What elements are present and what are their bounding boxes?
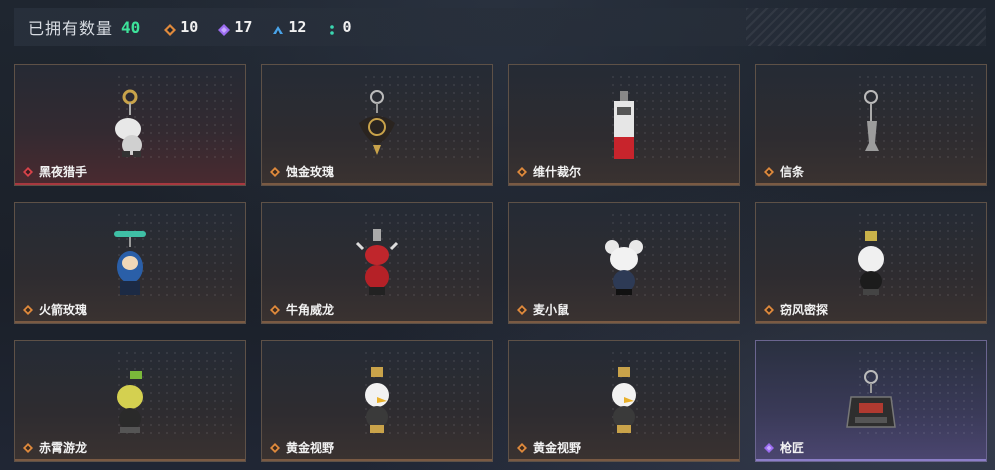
owned-count: 40 [121, 17, 141, 37]
orange-diamond-icon [23, 442, 33, 453]
charm-spy-figure-icon [841, 225, 901, 305]
stat-orange: 10 [164, 18, 198, 36]
stat-blue: 12 [272, 18, 306, 36]
charm-name-row: 窃风密探 [764, 301, 828, 318]
blue-triangle-icon [272, 21, 284, 34]
charm-name: 窃风密探 [780, 303, 829, 317]
charm-name: 维什裁尔 [533, 165, 582, 179]
charm-card[interactable]: 蚀金玫瑰 [261, 64, 493, 186]
charm-name-row: 麦小鼠 [517, 301, 569, 318]
charm-card[interactable]: 黑夜猎手 [14, 64, 246, 186]
orange-diamond-icon [270, 304, 280, 315]
charm-name: 黄金视野 [533, 441, 582, 455]
rarity-bar [15, 321, 245, 323]
orange-diamond-icon [517, 442, 527, 453]
charm-name: 黄金视野 [286, 441, 335, 455]
charm-bull-figure-icon [347, 225, 407, 305]
charm-name: 麦小鼠 [533, 303, 570, 317]
charm-card[interactable]: 维什裁尔 [508, 64, 740, 186]
orange-diamond-icon [270, 442, 280, 453]
charm-card[interactable]: 黄金视野 [261, 340, 493, 462]
orange-diamond-icon [23, 304, 33, 315]
charm-name-row: 维什裁尔 [517, 163, 581, 180]
charm-figure-icon [100, 87, 160, 167]
rarity-bar [262, 459, 492, 461]
stat-purple: 17 [218, 18, 252, 36]
charm-card[interactable]: 枪匠 [755, 340, 987, 462]
rarity-bar [509, 183, 739, 185]
charm-name-row: 火箭玫瑰 [23, 301, 87, 318]
collection-summary-bar: 已拥有数量 40 10 17 12 0 [14, 8, 986, 46]
orange-diamond-icon [164, 21, 177, 36]
charm-rocket-figure-icon [100, 225, 160, 305]
teal-dots-icon [326, 21, 338, 35]
rarity-bar [756, 459, 986, 461]
charm-name-row: 牛角威龙 [270, 301, 334, 318]
charm-rose-icon [347, 87, 407, 167]
rarity-bar [262, 183, 492, 185]
rarity-bar [756, 321, 986, 323]
orange-diamond-icon [764, 166, 774, 177]
charm-card[interactable]: 窃风密探 [755, 202, 987, 324]
charm-name-row: 黑夜猎手 [23, 163, 87, 180]
rarity-bar [262, 321, 492, 323]
charm-card[interactable]: 火箭玫瑰 [14, 202, 246, 324]
charm-name-row: 黄金视野 [517, 439, 581, 456]
charm-name-row: 枪匠 [764, 439, 804, 456]
stat-teal-value: 0 [342, 18, 352, 36]
charm-mouse-figure-icon [594, 225, 654, 305]
charm-eagle-figure-icon [594, 363, 654, 443]
charm-grid: 黑夜猎手 蚀金玫瑰 维什裁尔 信条 火箭玫瑰 牛角威龙 麦小鼠 窃风密探 赤霄游… [14, 64, 987, 462]
charm-name: 蚀金玫瑰 [286, 165, 335, 179]
stat-blue-value: 12 [288, 18, 307, 36]
charm-dragon-figure-icon [100, 363, 160, 443]
charm-name-row: 蚀金玫瑰 [270, 163, 334, 180]
stat-orange-value: 10 [180, 18, 199, 36]
charm-name: 信条 [780, 165, 805, 179]
charm-card[interactable]: 赤霄游龙 [14, 340, 246, 462]
rarity-bar [15, 459, 245, 461]
purple-diamond-icon [218, 21, 231, 36]
charm-name-row: 赤霄游龙 [23, 439, 87, 456]
charm-name: 黑夜猎手 [39, 165, 88, 179]
rarity-bar [15, 183, 245, 185]
purple-diamond-icon [764, 442, 774, 453]
charm-eagle-figure-icon [347, 363, 407, 443]
charm-name-row: 黄金视野 [270, 439, 334, 456]
charm-name: 赤霄游龙 [39, 441, 88, 455]
red-diamond-icon [23, 166, 33, 177]
charm-name: 火箭玫瑰 [39, 303, 88, 317]
charm-blade-icon [841, 87, 901, 167]
owned-label: 已拥有数量 [28, 19, 114, 38]
stat-purple-value: 17 [234, 18, 253, 36]
charm-card[interactable]: 牛角威龙 [261, 202, 493, 324]
charm-name-row: 信条 [764, 163, 804, 180]
rarity-bar [756, 183, 986, 185]
orange-diamond-icon [517, 304, 527, 315]
orange-diamond-icon [517, 166, 527, 177]
charm-name: 牛角威龙 [286, 303, 335, 317]
charm-name: 枪匠 [780, 441, 805, 455]
rarity-bar [509, 459, 739, 461]
rarity-bar [509, 321, 739, 323]
charm-card[interactable]: 麦小鼠 [508, 202, 740, 324]
charm-canister-icon [594, 87, 654, 167]
charm-card[interactable]: 信条 [755, 64, 987, 186]
orange-diamond-icon [764, 304, 774, 315]
stat-teal: 0 [326, 18, 352, 36]
orange-diamond-icon [270, 166, 280, 177]
charm-card[interactable]: 黄金视野 [508, 340, 740, 462]
charm-toolbox-icon [841, 363, 901, 443]
